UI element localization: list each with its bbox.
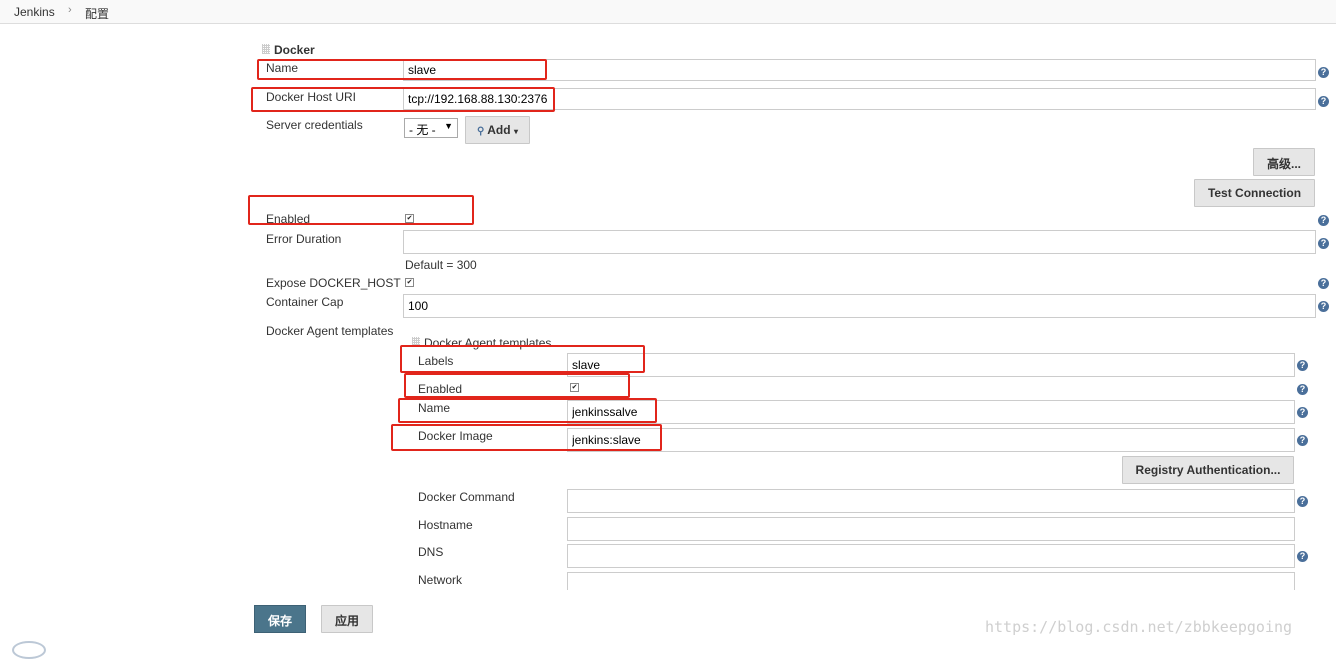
help-icon[interactable]: ? [1318, 215, 1329, 226]
docker-name-input[interactable] [403, 59, 1316, 81]
template-name-label: Name [418, 401, 451, 415]
agent-template-section-title: Docker Agent templates [424, 336, 552, 350]
docker-section-title: Docker [274, 43, 315, 57]
docker-enabled-checkbox[interactable]: ✔ [405, 214, 414, 223]
docker-host-uri-input[interactable] [403, 88, 1316, 110]
template-enabled-checkbox[interactable]: ✔ [570, 383, 579, 392]
breadcrumb: Jenkins › 配置 [0, 0, 1336, 24]
docker-command-label: Docker Command [418, 490, 515, 504]
container-cap-label: Container Cap [266, 295, 344, 309]
registry-authentication-button[interactable]: Registry Authentication... [1122, 456, 1294, 484]
help-icon[interactable]: ? [1297, 435, 1308, 446]
help-icon[interactable]: ? [1297, 496, 1308, 507]
help-icon[interactable]: ? [1297, 551, 1308, 562]
network-label: Network [418, 573, 463, 587]
network-input[interactable] [567, 572, 1295, 590]
expose-docker-host-checkbox[interactable]: ✔ [405, 278, 414, 287]
expose-docker-host-label: Expose DOCKER_HOST [266, 276, 401, 290]
help-icon[interactable]: ? [1297, 407, 1308, 418]
help-icon[interactable]: ? [1297, 384, 1308, 395]
template-labels-label: Labels [418, 354, 454, 368]
server-credentials-select[interactable]: - 无 - ▼ [404, 118, 458, 138]
drag-handle-icon[interactable] [262, 44, 270, 54]
save-button[interactable]: 保存 [254, 605, 306, 633]
docker-image-input[interactable] [567, 428, 1295, 452]
breadcrumb-separator: › [68, 4, 72, 16]
docker-enabled-label: Enabled [266, 212, 311, 226]
add-credentials-button[interactable]: ⚲ Add ▾ [465, 116, 530, 144]
help-icon[interactable]: ? [1318, 301, 1329, 312]
template-enabled-label: Enabled [418, 382, 463, 396]
dns-input[interactable] [567, 544, 1295, 568]
server-credentials-label: Server credentials [266, 118, 363, 132]
server-credentials-value: - 无 - [409, 123, 436, 137]
help-icon[interactable]: ? [1318, 238, 1329, 249]
breadcrumb-jenkins[interactable]: Jenkins [14, 5, 55, 19]
status-circle-icon [12, 641, 46, 659]
watermark: https://blog.csdn.net/zbbkeepgoing [985, 618, 1293, 636]
dns-label: DNS [418, 545, 444, 559]
error-duration-input[interactable] [403, 230, 1316, 254]
docker-command-input[interactable] [567, 489, 1295, 513]
test-connection-button[interactable]: Test Connection [1194, 179, 1315, 207]
hostname-label: Hostname [418, 518, 473, 532]
help-icon[interactable]: ? [1318, 67, 1329, 78]
docker-image-label: Docker Image [418, 429, 493, 443]
help-icon[interactable]: ? [1318, 96, 1329, 107]
docker-host-uri-label: Docker Host URI [266, 90, 357, 104]
template-labels-input[interactable] [567, 353, 1295, 377]
error-duration-label: Error Duration [266, 232, 342, 246]
template-name-input[interactable] [567, 400, 1295, 424]
apply-button[interactable]: 应用 [321, 605, 373, 633]
docker-agent-templates-label: Docker Agent templates [266, 324, 394, 338]
drag-handle-icon[interactable] [412, 337, 420, 347]
container-cap-input[interactable] [403, 294, 1316, 318]
chevron-down-icon: ▼ [444, 121, 453, 131]
key-icon: ⚲ [477, 126, 485, 137]
docker-name-label: Name [266, 61, 299, 75]
error-duration-hint: Default = 300 [405, 258, 477, 272]
hostname-input[interactable] [567, 517, 1295, 541]
caret-down-icon: ▾ [513, 127, 518, 136]
help-icon[interactable]: ? [1297, 360, 1308, 371]
help-icon[interactable]: ? [1318, 278, 1329, 289]
breadcrumb-current[interactable]: 配置 [85, 5, 109, 22]
advanced-button[interactable]: 高级... [1253, 148, 1315, 176]
